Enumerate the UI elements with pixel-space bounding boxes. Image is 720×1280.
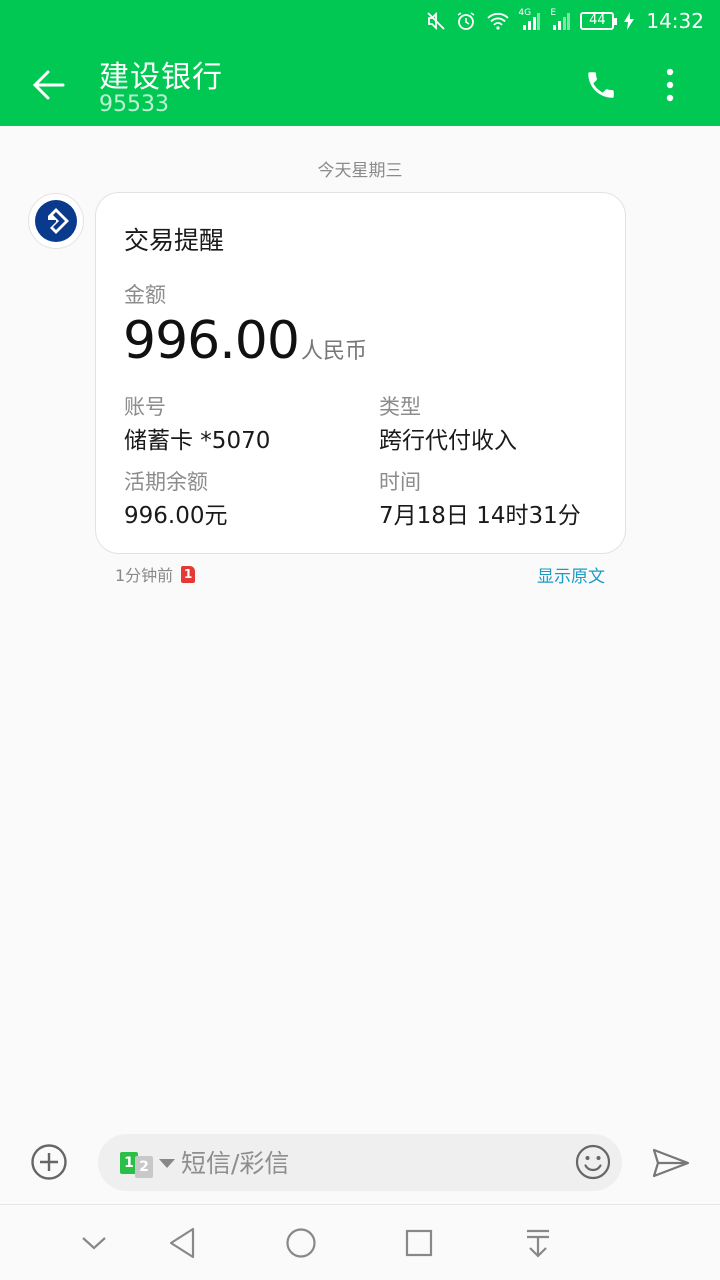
battery-icon: 44: [580, 12, 618, 30]
sim-1-badge-icon: 1: [181, 565, 196, 583]
network-type-label: E: [550, 8, 557, 18]
back-arrow-icon: [32, 70, 65, 100]
signal-e-icon: E: [550, 8, 571, 31]
recents-square-icon: [405, 1229, 433, 1257]
emoji-icon: [575, 1144, 611, 1180]
charging-icon: [624, 12, 635, 30]
status-bar: 4G E 44 14:32: [0, 0, 720, 42]
time-value: 7月18日 14时31分: [379, 503, 581, 529]
type-value: 跨行代付收入: [379, 428, 517, 454]
nav-back-button[interactable]: [162, 1223, 202, 1263]
status-time: 14:32: [646, 9, 704, 33]
emoji-button[interactable]: [574, 1143, 612, 1181]
nav-home-button[interactable]: [281, 1223, 321, 1263]
more-options-button[interactable]: [650, 62, 690, 108]
add-attachment-button[interactable]: [27, 1140, 71, 1184]
send-icon: [652, 1148, 690, 1178]
nav-recents-button[interactable]: [399, 1223, 439, 1263]
notification-pull-icon: [527, 1229, 549, 1258]
contact-number: 95533: [99, 92, 169, 117]
balance-value: 996.00元: [124, 503, 228, 529]
ccb-logo-icon: [35, 200, 77, 242]
message-input[interactable]: [181, 1146, 561, 1180]
send-button[interactable]: [648, 1140, 694, 1186]
collapse-button[interactable]: [74, 1223, 114, 1263]
back-triangle-icon: [169, 1227, 195, 1259]
call-button[interactable]: [578, 62, 624, 108]
amount-label: 金额: [124, 283, 166, 307]
chevron-down-icon: [159, 1159, 175, 1168]
type-label: 类型: [379, 395, 421, 419]
account-value: 储蓄卡 *5070: [124, 428, 271, 454]
amount-value: 996.00: [123, 311, 300, 371]
transaction-message-card[interactable]: 交易提醒 金额 996.00 人民币 账号 储蓄卡 *5070 类型 跨行代付收…: [95, 192, 626, 554]
message-timestamp: 1分钟前: [115, 566, 174, 585]
date-separator: 今天星期三: [317, 161, 403, 181]
notification-pull-button[interactable]: [518, 1223, 558, 1263]
sim-2-icon: 2: [135, 1156, 153, 1178]
show-original-link[interactable]: 显示原文: [537, 562, 605, 587]
contact-name: 建设银行: [99, 60, 223, 95]
message-composer: 1 2: [98, 1134, 622, 1191]
phone-icon: [588, 72, 614, 98]
signal-4g-icon: 4G: [518, 8, 541, 31]
amount-unit: 人民币: [300, 339, 367, 364]
time-label: 时间: [379, 470, 421, 494]
wifi-icon: [486, 11, 510, 31]
account-label: 账号: [124, 395, 166, 419]
more-vertical-icon: [666, 68, 674, 102]
collapse-down-icon: [82, 1237, 106, 1250]
balance-label: 活期余额: [124, 470, 208, 494]
message-title: 交易提醒: [124, 226, 225, 255]
system-navigation-bar: [0, 1204, 720, 1280]
home-circle-icon: [286, 1228, 316, 1258]
status-icons: 4G E 44 14:32: [426, 8, 704, 34]
sim-selector[interactable]: 1 2: [120, 1148, 175, 1178]
alarm-icon: [456, 11, 476, 31]
app-header: 4G E 44 14:32 建设银行 95533: [0, 0, 720, 126]
amount-row: 996.00 人民币: [123, 311, 367, 371]
back-button[interactable]: [24, 60, 74, 110]
message-timestamp-row: 1分钟前 1: [115, 562, 196, 586]
sender-avatar[interactable]: [28, 193, 84, 249]
add-circle-icon: [31, 1144, 67, 1180]
network-type-label: 4G: [518, 8, 532, 18]
mute-icon: [426, 11, 446, 31]
